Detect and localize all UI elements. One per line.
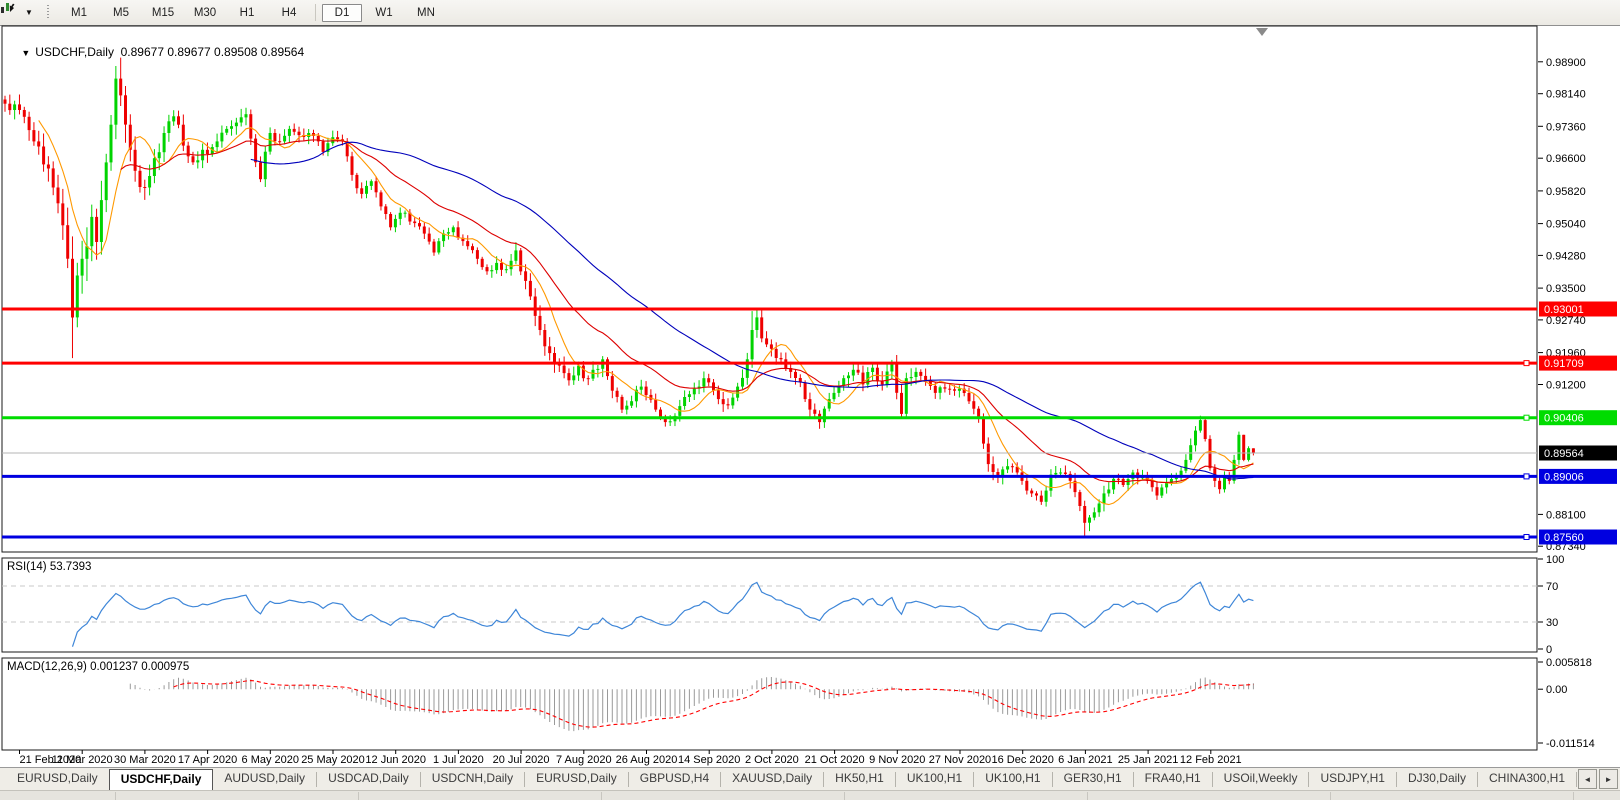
mt4-window: ▼ M1M5M15M30H1H4D1W1MN ▼USDCHF,Daily 0.8… [0,0,1620,800]
macd-pane-border [2,658,1537,750]
macd-axis-label: 0.005818 [1546,657,1592,669]
rsi-axis-label: 0 [1546,644,1552,656]
strip-divider [601,792,602,800]
date-label: 12 Feb 2021 [1180,754,1242,766]
price-badge-0.87560: 0.87560 [1544,532,1584,544]
current-price-badge: 0.89564 [1544,448,1584,460]
hline-handle-0.89006[interactable] [1524,474,1529,479]
date-label: 17 Apr 2020 [178,754,237,766]
date-label: 11 Mar 2020 [52,754,113,766]
status-strip [0,790,1620,800]
tab-gbpusd-h4[interactable]: GBPUSD,H4 [629,768,720,791]
price-badge-0.93001: 0.93001 [1544,304,1584,316]
strip-divider [844,792,845,800]
hline-handle-0.91709[interactable] [1524,361,1529,366]
strip-divider [1573,792,1574,800]
strip-divider [115,792,116,800]
tab-uk100-h1[interactable]: UK100,H1 [896,768,973,791]
tab-eurusd-daily[interactable]: EURUSD,Daily [6,768,109,791]
candles-layer [4,58,1255,537]
tab-xauusd-daily[interactable]: XAUUSD,Daily [721,768,823,791]
date-label: 26 Aug 2020 [616,754,678,766]
tab-dj30-daily[interactable]: DJ30,Daily [1397,768,1477,791]
date-label: 27 Nov 2020 [929,754,991,766]
tab-fra40-h1[interactable]: FRA40,H1 [1134,768,1212,791]
date-label: 21 Oct 2020 [805,754,865,766]
macd-axis-label: -0.011514 [1546,738,1595,750]
date-label: 30 Mar 2020 [114,754,176,766]
tab-hk50-h1[interactable]: HK50,H1 [824,768,895,791]
rsi-line [73,582,1254,647]
tab-eurusd-daily[interactable]: EURUSD,Daily [525,768,628,791]
rsi-axis-label: 30 [1546,617,1558,629]
date-label: 20 Jul 2020 [493,754,550,766]
tabs-scroll-left-button[interactable]: ◄ [1578,769,1597,789]
tab-usdcad-daily[interactable]: USDCAD,Daily [317,768,420,791]
tab-audusd-daily[interactable]: AUDUSD,Daily [213,768,316,791]
tab-usdchf-daily[interactable]: USDCHF,Daily [109,769,214,791]
price-axis-label: 0.92740 [1546,315,1586,327]
date-label: 6 May 2020 [242,754,299,766]
date-label: 6 Jan 2021 [1058,754,1112,766]
tab-usoil-weekly[interactable]: USOil,Weekly [1213,768,1309,791]
rsi-axis-label: 100 [1546,554,1564,566]
price-axis-label: 0.94280 [1546,250,1586,262]
price-axis-label: 0.96600 [1546,153,1586,165]
tab-usdjpy-h1[interactable]: USDJPY,H1 [1309,768,1395,791]
main-pane-border [2,26,1537,552]
tab-uk100-h1[interactable]: UK100,H1 [974,768,1051,791]
price-axis-label: 0.97360 [1546,121,1586,133]
price-badge-0.91709: 0.91709 [1544,358,1584,370]
x-axis-labels: 21 Feb 202011 Mar 202030 Mar 202017 Apr … [20,750,1242,766]
date-label: 2 Oct 2020 [745,754,799,766]
macd-axis-label: 0.00 [1546,684,1567,696]
date-label: 14 Sep 2020 [678,754,740,766]
tab-ger30-h1[interactable]: GER30,H1 [1053,768,1133,791]
price-axis-label: 0.95820 [1546,186,1586,198]
date-label: 25 Jan 2021 [1118,754,1179,766]
moving-average-24 [121,140,1254,483]
price-axis-label: 0.88100 [1546,509,1586,521]
chart-canvas: 0.98900 0.98140 0.97360 0.96600 0.95820 0.950… [0,0,1620,767]
tab-scroll-buttons: ◄ ► [1578,769,1618,789]
rsi-axis-label: 70 [1546,581,1558,593]
price-axis-label: 0.95040 [1546,219,1586,231]
strip-divider [1087,792,1088,800]
hline-handle-0.87560[interactable] [1524,535,1529,540]
date-label: 9 Nov 2020 [869,754,925,766]
price-axis-label: 0.98140 [1546,89,1586,101]
strip-divider [1330,792,1331,800]
price-badge-0.89006: 0.89006 [1544,471,1584,483]
moving-average-8 [39,120,1254,504]
price-axis-label: 0.93500 [1546,283,1586,295]
tab-china300-h1[interactable]: CHINA300,H1 [1478,768,1576,791]
rsi-pane-border [2,558,1537,652]
tab-usdcnh-daily[interactable]: USDCNH,Daily [421,768,524,791]
date-label: 1 Jul 2020 [433,754,484,766]
date-label: 12 Jun 2020 [365,754,426,766]
hline-handle-0.90406[interactable] [1524,415,1529,420]
price-axis-label: 0.98900 [1546,57,1586,69]
strip-divider [358,792,359,800]
price-badge-0.90406: 0.90406 [1544,413,1584,425]
moving-average-52 [251,142,1254,479]
price-axis-label: 0.91200 [1546,380,1586,392]
chart-shift-marker[interactable] [1256,28,1268,36]
date-label: 7 Aug 2020 [556,754,612,766]
chart-tab-bar: EURUSD,DailyUSDCHF,DailyAUDUSD,DailyUSDC… [0,767,1620,791]
date-label: 25 May 2020 [301,754,365,766]
macd-signal-line [174,681,1254,728]
tabs-scroll-right-button[interactable]: ► [1599,769,1618,789]
date-label: 16 Dec 2020 [992,754,1054,766]
